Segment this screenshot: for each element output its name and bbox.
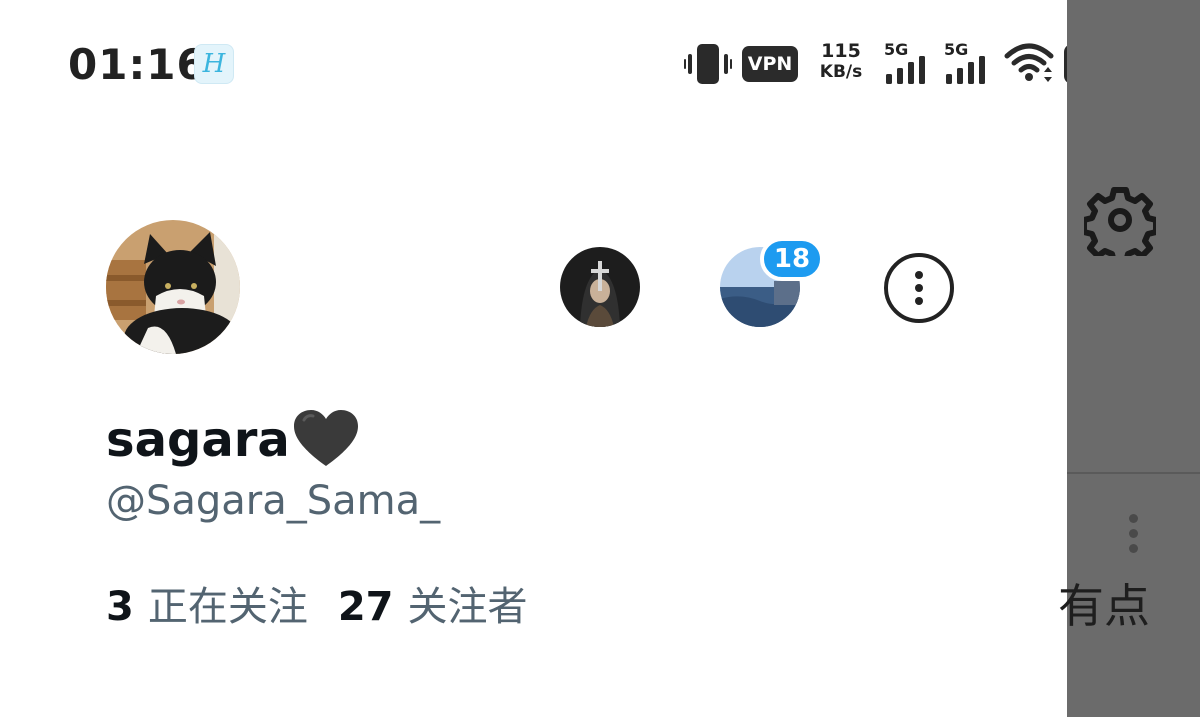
more-options-icon — [915, 271, 923, 305]
drawer-screen: 01:16 H VPN 115 KB/s 5G 5G 18 sagara @Sa… — [0, 0, 1200, 717]
profile-display-name[interactable]: sagara — [106, 408, 360, 472]
display-name-text: sagara — [106, 412, 290, 468]
signal-icon — [886, 56, 925, 84]
signal-icon — [946, 56, 985, 84]
net-speed-value: 115 — [821, 40, 861, 62]
profile-handle: @Sagara_Sama_ — [106, 478, 441, 524]
sim2-signal: 5G — [944, 40, 994, 86]
wifi-icon — [1004, 43, 1054, 82]
nun-avatar-image — [560, 247, 640, 327]
notification-count-badge: 18 — [760, 237, 824, 281]
following-label: 正在关注 — [147, 584, 308, 630]
followers-link[interactable]: 27 关注者 — [338, 574, 528, 630]
net-speed: 115 KB/s — [812, 42, 870, 81]
following-count: 3 — [106, 584, 134, 630]
status-time: 01:16 — [68, 40, 207, 89]
status-bar: 01:16 H VPN 115 KB/s 5G 5G — [0, 0, 1200, 130]
more-options-button[interactable] — [884, 253, 954, 323]
app-notification-icon: H — [194, 44, 234, 84]
following-link[interactable]: 3 正在关注 — [106, 574, 308, 630]
cat-avatar-image — [106, 220, 240, 354]
profile-avatar[interactable] — [106, 220, 240, 354]
switch-account-1[interactable] — [560, 247, 640, 327]
vibrate-icon — [684, 44, 732, 84]
black-heart-icon — [293, 410, 358, 466]
vpn-badge: VPN — [742, 46, 798, 82]
side-more-icon[interactable] — [1126, 514, 1140, 558]
net-speed-unit: KB/s — [819, 62, 863, 82]
followers-label: 关注者 — [407, 584, 528, 630]
followers-count: 27 — [337, 584, 394, 630]
side-divider — [1067, 472, 1200, 474]
follow-stats: 3 正在关注 27 关注者 — [106, 574, 528, 630]
sim1-signal: 5G — [884, 40, 934, 86]
side-partial-text: 有点 — [1058, 579, 1150, 633]
gear-icon[interactable] — [1084, 184, 1156, 256]
